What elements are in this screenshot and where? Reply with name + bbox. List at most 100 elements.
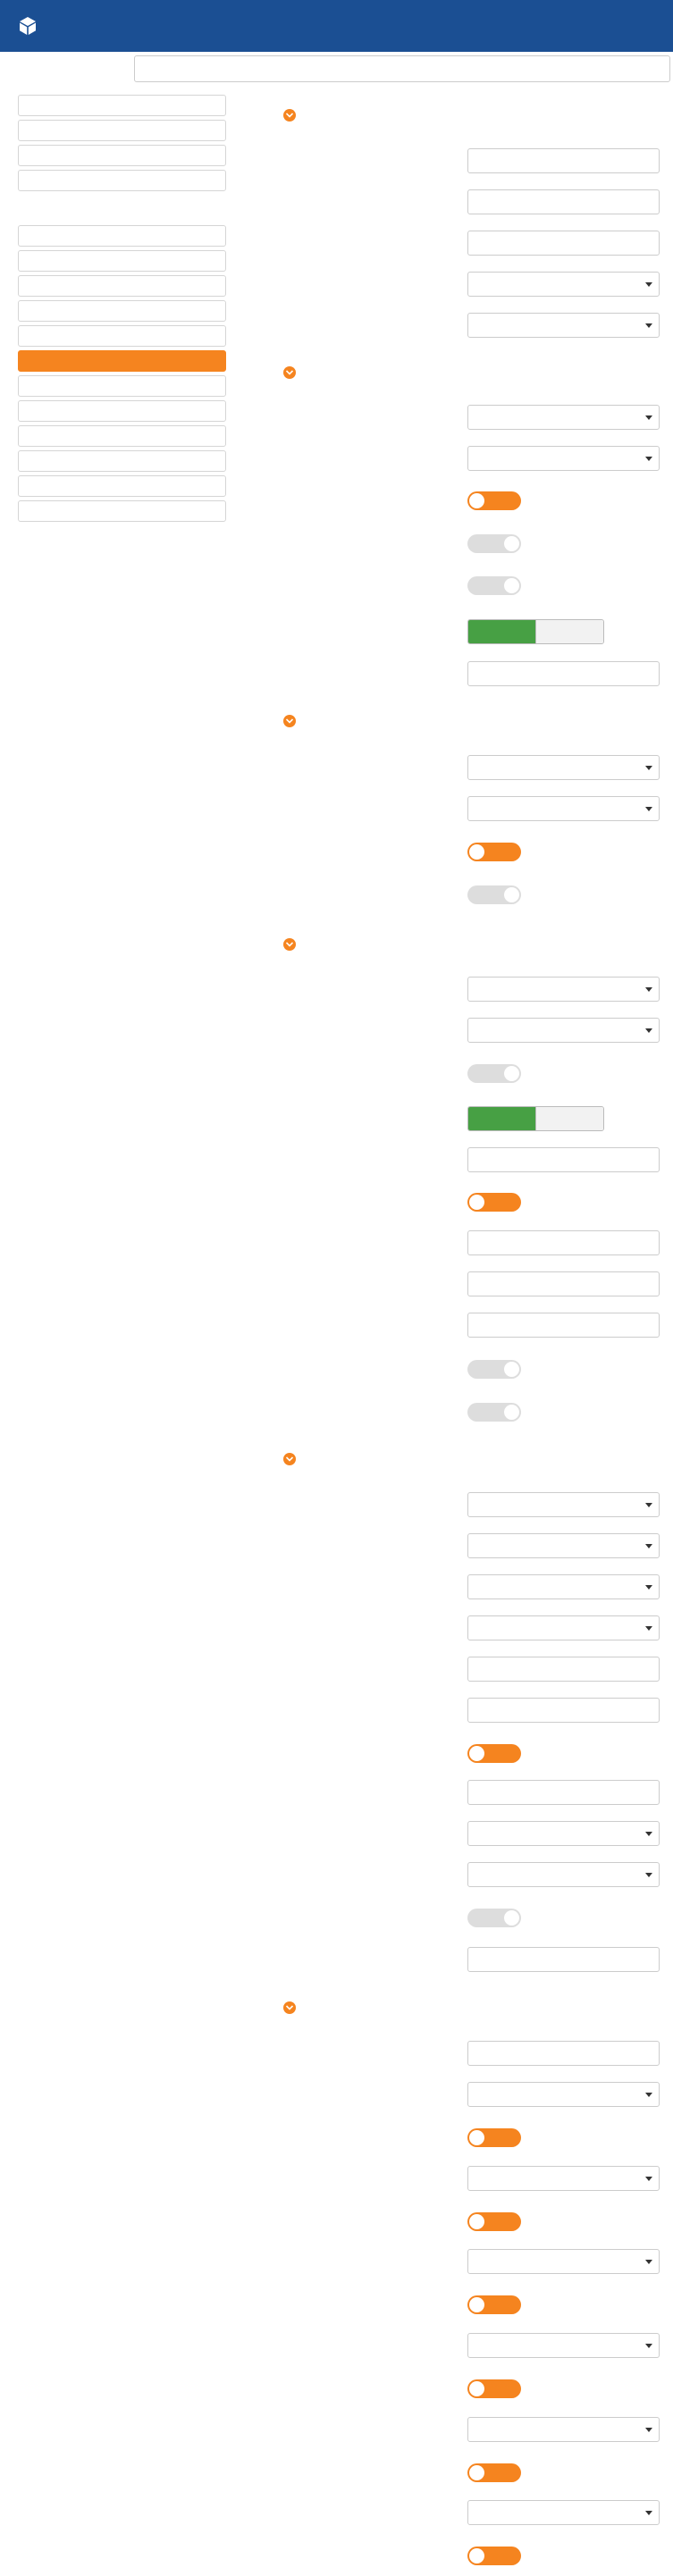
caret-down-icon [645,1832,652,1836]
title-limit-value-input[interactable] [467,661,660,686]
row-image-popup [283,882,659,907]
header-link-toggle[interactable] [467,491,521,510]
row-pagination [283,272,660,297]
row-text-enabled [283,2292,659,2317]
row-information-position [283,1492,660,1517]
image-order-select[interactable] [467,2166,660,2191]
header-order-select[interactable] [467,2082,660,2107]
information-order-select[interactable] [467,2333,660,2358]
image-floating-select[interactable] [467,796,660,821]
title-limit-words-button[interactable] [468,620,535,643]
sidebar-item-portfolio-grid[interactable] [18,325,226,347]
text-link-toggle[interactable] [467,1064,521,1083]
sidebar-item-module-permissions[interactable] [18,145,226,166]
information-position-select[interactable] [467,1492,660,1517]
text-limit-words-button[interactable] [468,1107,535,1130]
sidebar-item-external-files[interactable] [18,450,226,472]
chevron-down-icon [283,2001,296,2014]
avatar-size-input[interactable] [467,1947,660,1972]
title-input[interactable] [134,55,670,82]
image-popup-toggle[interactable] [467,885,521,904]
pagination-select[interactable] [467,272,660,297]
info-enabled-toggle[interactable] [467,2379,521,2398]
clean-html-toggle[interactable] [467,1193,521,1212]
text-enabled-toggle[interactable] [467,2295,521,2314]
clean-plugins-toggle[interactable] [467,1403,521,1422]
image-link-toggle[interactable] [467,843,521,861]
toggle-knob [469,844,484,860]
row-information-order [283,2333,660,2358]
title-limit-chars-button[interactable] [535,620,603,643]
caret-down-icon [645,2428,652,2432]
text-floating-select[interactable] [467,1018,660,1043]
row-used-date [283,1821,660,1846]
second-info-format-input[interactable] [467,1698,660,1723]
row-read-more-position [283,2500,660,2525]
text-limit-chars-button[interactable] [535,1107,603,1130]
use-title-alias-toggle[interactable] [467,576,521,595]
toggle-knob [469,2297,484,2312]
row-image-position [283,755,660,780]
info-format-input[interactable] [467,1657,660,1682]
used-date-select[interactable] [467,1821,660,1846]
sidebar-item-configuration-check[interactable] [18,475,226,497]
chevron-down-icon [283,715,296,727]
read-more-position-select[interactable] [467,2500,660,2525]
sidebar-item-about[interactable] [18,500,226,522]
second-information-order-select[interactable] [467,2417,660,2442]
row-avatar-size [283,1947,660,1972]
toggle-knob [469,2381,484,2396]
sidebar-item-k2-additional-settings[interactable] [18,275,226,297]
category-link-toggle[interactable] [467,1744,521,1763]
text-position-select[interactable] [467,977,660,1002]
row-text-limit-value [283,1147,660,1172]
header-position-select[interactable] [467,405,660,430]
sidebar-item-animation[interactable] [18,425,226,447]
allowed-html-tags-input[interactable] [467,1230,660,1255]
wrap-first-word-toggle[interactable] [467,534,521,553]
row-category-link [283,1741,659,1766]
parse-plugins-toggle[interactable] [467,1360,521,1379]
image-position-select[interactable] [467,755,660,780]
second-information-floating-select[interactable] [467,1615,660,1640]
caret-down-icon [645,1585,652,1590]
information-floating-select[interactable] [467,1533,660,1558]
row-image-link [283,839,659,864]
sidebar-item-frontpage-image-overlay[interactable] [18,300,226,322]
sidebar-item-thumbnails[interactable] [18,400,226,422]
sidebar-item-module[interactable] [18,95,226,116]
image-enabled-toggle[interactable] [467,2212,521,2231]
row-header-enabled [283,2125,659,2150]
sidebar-item-menu-assignment[interactable] [18,120,226,141]
end-of-text-input[interactable] [467,1271,660,1296]
caret-down-icon [645,1873,652,1877]
header-floating-select[interactable] [467,446,660,471]
row-image-order [283,2166,660,2191]
read-more-text-input[interactable] [467,1313,660,1338]
show-author-avatar-toggle[interactable] [467,1909,521,1927]
caret-down-icon [645,457,652,461]
sidebar-item-basic-settings[interactable] [18,225,226,247]
sidebar-item-links-layout[interactable] [18,375,226,397]
module-cube-icon [18,16,38,36]
open-links-in-select[interactable] [467,313,660,338]
article-block-padding-input[interactable] [467,2041,660,2066]
text-limit-value-input[interactable] [467,1147,660,1172]
date-format-input[interactable] [467,1780,660,1805]
caret-down-icon [645,323,652,328]
second-info-enabled-toggle[interactable] [467,2463,521,2482]
amount-of-rows-input[interactable] [467,231,660,256]
row-author-name [283,1862,660,1887]
header-enabled-toggle[interactable] [467,2128,521,2147]
second-information-position-select[interactable] [467,1574,660,1599]
amount-of-columns-input[interactable] [467,189,660,214]
sidebar-item-advanced[interactable] [18,170,226,191]
sidebar-item-article-layout[interactable] [18,350,226,372]
sidebar-item-data-source[interactable] [18,250,226,272]
row-header-link [283,488,659,513]
text-order-select[interactable] [467,2249,660,2274]
toggle-knob [504,1362,519,1377]
amount-of-pages-input[interactable] [467,148,660,173]
author-name-select[interactable] [467,1862,660,1887]
readmore-enabled-toggle[interactable] [467,2547,521,2565]
